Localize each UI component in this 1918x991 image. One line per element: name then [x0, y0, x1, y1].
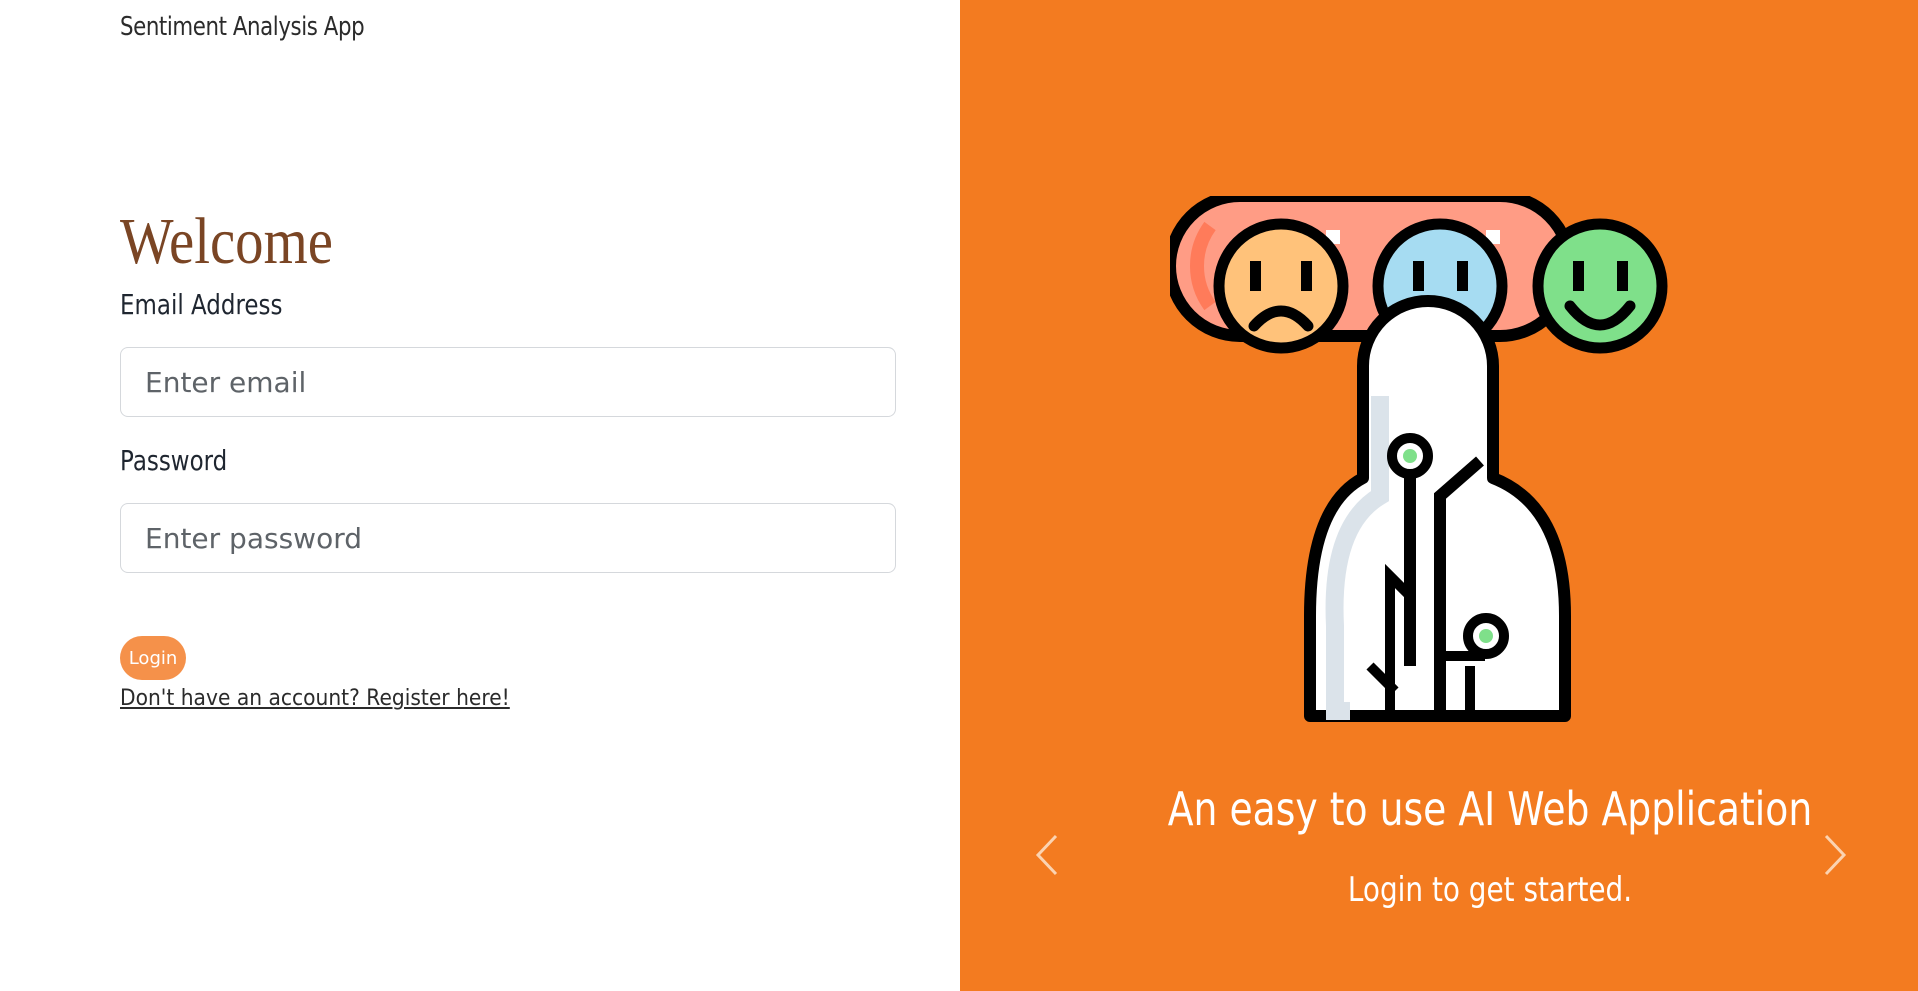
page-title: Welcome — [120, 205, 333, 278]
carousel-subtitle: Login to get started. — [1347, 870, 1633, 910]
happy-face-icon — [1532, 218, 1668, 354]
chevron-right-icon — [1824, 834, 1847, 876]
carousel-prev-button[interactable] — [1028, 830, 1068, 880]
password-label: Password — [120, 444, 228, 477]
chevron-left-icon — [1035, 834, 1058, 876]
carousel-title: An easy to use AI Web Application — [1167, 782, 1813, 836]
ai-sentiment-robot-illustration — [1170, 196, 1668, 722]
robot-icon — [1304, 295, 1571, 722]
login-panel: Sentiment Analysis App Welcome Email Add… — [0, 0, 960, 991]
email-label: Email Address — [120, 288, 283, 321]
carousel-next-button[interactable] — [1814, 830, 1854, 880]
sad-face-icon — [1213, 218, 1349, 354]
login-button[interactable]: Login — [120, 636, 186, 680]
email-field[interactable] — [120, 347, 896, 417]
app-brand[interactable]: Sentiment Analysis App — [120, 12, 365, 42]
password-field[interactable] — [120, 503, 896, 573]
register-link[interactable]: Don't have an account? Register here! — [120, 686, 510, 711]
